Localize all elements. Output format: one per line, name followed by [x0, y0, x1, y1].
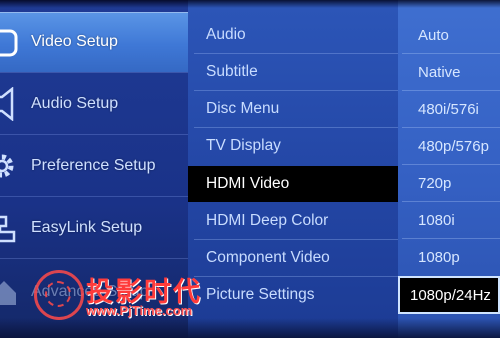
value-1080p[interactable]: 1080p: [398, 239, 500, 275]
divider: [0, 196, 188, 197]
menu-item-label: Audio Setup: [31, 95, 119, 112]
option-hdmi-video[interactable]: HDMI Video: [188, 166, 398, 202]
home-icon: [0, 281, 16, 305]
value-auto[interactable]: Auto: [398, 17, 500, 53]
option-disc-menu[interactable]: Disc Menu: [188, 91, 398, 127]
option-label: HDMI Video: [206, 175, 290, 192]
option-tv-display[interactable]: TV Display: [188, 128, 398, 164]
option-hdmi-deep-color[interactable]: HDMI Deep Color: [188, 203, 398, 239]
menu-item-preference-setup[interactable]: Preference Setup: [0, 136, 188, 196]
value-label: 720p: [418, 174, 452, 192]
value-720p[interactable]: 720p: [398, 165, 500, 201]
watermark-url: www.PjTime.com: [86, 303, 193, 318]
value-1080p-24hz[interactable]: 1080p/24Hz: [398, 276, 500, 314]
value-480p-576p[interactable]: 480p/576p: [398, 128, 500, 164]
watermark-seal-icon: [34, 270, 84, 320]
menu-item-video-setup[interactable]: Video Setup: [0, 12, 188, 72]
menu-item-label: Preference Setup: [31, 157, 156, 174]
menu-item-audio-setup[interactable]: Audio Setup: [0, 74, 188, 134]
value-native[interactable]: Native: [398, 54, 500, 90]
value-label: 1080p: [418, 248, 460, 266]
value-label: Auto: [418, 26, 449, 44]
menu-item-easylink-setup[interactable]: EasyLink Setup: [0, 198, 188, 258]
speaker-icon: [0, 87, 14, 121]
menu-item-label: EasyLink Setup: [31, 219, 143, 236]
option-label: Component Video: [206, 249, 330, 266]
option-label: Picture Settings: [206, 286, 315, 303]
easylink-icon: [0, 215, 16, 243]
hdmi-video-values: Auto Native 480i/576i 480p/576p 720p 108…: [398, 0, 500, 338]
screen-edge-shadow: [0, 0, 500, 8]
video-setup-options: Audio Subtitle Disc Menu TV Display HDMI…: [188, 0, 398, 338]
option-label: TV Display: [206, 137, 281, 154]
divider: [0, 72, 188, 73]
option-label: Subtitle: [206, 63, 258, 80]
value-label: Native: [418, 63, 461, 81]
divider: [0, 258, 188, 259]
option-subtitle[interactable]: Subtitle: [188, 54, 398, 90]
screen-edge-shadow: [0, 318, 500, 338]
value-label: 1080i: [418, 211, 455, 229]
option-component-video[interactable]: Component Video: [188, 240, 398, 276]
option-audio[interactable]: Audio: [188, 17, 398, 53]
option-label: Disc Menu: [206, 100, 280, 117]
option-picture-settings[interactable]: Picture Settings: [188, 277, 398, 313]
option-label: Audio: [206, 26, 246, 43]
menu-item-label: Video Setup: [31, 33, 118, 50]
gear-icon: [0, 154, 14, 178]
divider: [0, 134, 188, 135]
value-1080i[interactable]: 1080i: [398, 202, 500, 238]
setup-screen: Video Setup Audio Setup Preference Setup: [0, 0, 500, 338]
value-480i-576i[interactable]: 480i/576i: [398, 91, 500, 127]
value-label: 480i/576i: [418, 100, 479, 118]
value-label: 1080p/24Hz: [410, 286, 491, 304]
video-setup-icon: [0, 29, 18, 57]
value-label: 480p/576p: [418, 137, 489, 155]
option-label: HDMI Deep Color: [206, 212, 329, 229]
